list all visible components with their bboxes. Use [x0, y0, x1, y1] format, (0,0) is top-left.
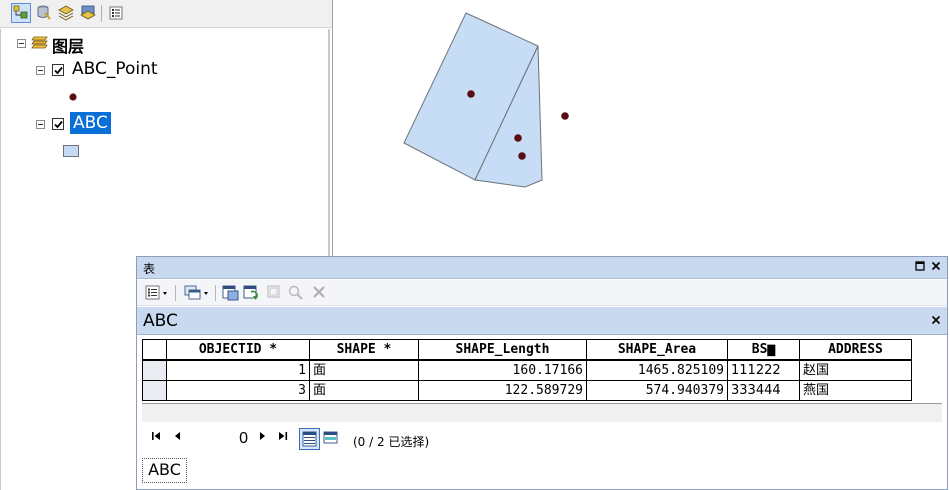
table-toolbar	[137, 280, 947, 306]
point-feature[interactable]	[467, 90, 475, 98]
selection-layers-icon	[80, 5, 96, 20]
header-corner[interactable]	[142, 339, 167, 361]
cell-shape[interactable]: 面	[310, 381, 419, 401]
layers-folder-icon	[31, 36, 48, 49]
attribute-grid: OBJECTID * SHAPE * SHAPE_Length SHAPE_Ar…	[142, 339, 912, 403]
switch-selection-button[interactable]	[243, 284, 261, 302]
table-options-button[interactable]	[145, 285, 171, 301]
close-icon	[931, 315, 941, 325]
abc-visibility-checkbox[interactable]	[52, 118, 64, 130]
list-by-drawing-order-button[interactable]	[11, 3, 31, 23]
row-selector[interactable]	[142, 381, 167, 401]
table-tab-header: ABC	[137, 307, 947, 335]
checkmark-icon	[54, 120, 63, 129]
cell-bsm[interactable]: 111222	[728, 361, 800, 381]
database-icon	[37, 5, 51, 20]
point-symbol-icon	[69, 93, 77, 101]
close-window-button[interactable]	[929, 260, 943, 274]
layer-name-abc[interactable]: ABC	[70, 112, 111, 134]
cell-address[interactable]: 赵国	[800, 361, 912, 381]
table-window-titlebar[interactable]: 表	[137, 257, 947, 279]
grid-horizontal-scroll-area[interactable]	[142, 403, 942, 422]
toc-toolbar	[0, 0, 332, 28]
last-record-button[interactable]	[277, 431, 289, 441]
toolbar-separator	[215, 285, 216, 301]
root-collapse-toggle[interactable]	[17, 39, 26, 48]
checkmark-icon	[54, 66, 63, 75]
cell-address[interactable]: 燕国	[800, 381, 912, 401]
abc-point-collapse-toggle[interactable]	[36, 66, 45, 75]
close-table-tab-button[interactable]	[929, 314, 943, 328]
column-header-shape[interactable]: SHAPE *	[310, 339, 419, 361]
cell-objectid[interactable]: 3	[167, 381, 310, 401]
column-header-objectid[interactable]: OBJECTID *	[167, 339, 310, 361]
attribute-table-window: 表 ABC OBJECTID * SHAPE * SHAPE_Length SH…	[136, 256, 948, 490]
cell-shape-length[interactable]: 160.17166	[419, 361, 587, 381]
table-window-title: 表	[143, 262, 156, 276]
table-tab-abc[interactable]: ABC	[142, 458, 187, 483]
list-by-source-button[interactable]	[34, 3, 54, 23]
current-record-input[interactable]	[192, 428, 250, 450]
delete-selected-button[interactable]	[312, 285, 326, 299]
point-feature[interactable]	[561, 112, 569, 120]
layers-stack-icon	[58, 5, 74, 21]
cell-shape-area[interactable]: 1465.825109	[587, 361, 728, 381]
map-display[interactable]	[334, 0, 950, 255]
toolbar-separator	[101, 5, 102, 22]
first-record-button[interactable]	[151, 431, 163, 441]
abc-collapse-toggle[interactable]	[36, 120, 45, 129]
cell-bsm[interactable]: 333444	[728, 381, 800, 401]
related-tables-button[interactable]	[183, 284, 211, 302]
cell-shape-area[interactable]: 574.940379	[587, 381, 728, 401]
list-by-drawing-order-icon	[13, 5, 28, 19]
column-header-shape-length[interactable]: SHAPE_Length	[419, 339, 587, 361]
zoom-to-selected-button[interactable]	[287, 284, 305, 302]
abc-point-visibility-checkbox[interactable]	[52, 64, 64, 76]
show-selected-records-button[interactable]	[322, 430, 340, 446]
selection-status-text: (0 / 2 已选择)	[353, 435, 430, 449]
toc-options-button[interactable]	[106, 3, 126, 23]
close-icon	[931, 261, 941, 271]
table-tab-title: ABC	[143, 311, 178, 331]
column-header-bsm[interactable]: BS▆	[728, 339, 800, 361]
point-feature[interactable]	[514, 134, 522, 142]
toolbar-separator	[175, 285, 176, 301]
cell-shape-length[interactable]: 122.589729	[419, 381, 587, 401]
arcmap-window: 图层 ABC_Point ABC 表 ABC OBJECTID * SHAPE …	[0, 0, 950, 490]
polygon-symbol-icon	[63, 145, 79, 157]
list-by-selection-button[interactable]	[78, 3, 98, 23]
next-record-button[interactable]	[257, 431, 267, 441]
row-selector[interactable]	[142, 361, 167, 381]
cell-shape[interactable]: 面	[310, 361, 419, 381]
clear-selection-button[interactable]	[266, 284, 282, 300]
previous-record-button[interactable]	[173, 431, 183, 441]
cell-objectid[interactable]: 1	[167, 361, 310, 381]
options-list-icon	[109, 6, 123, 20]
list-by-visibility-button[interactable]	[56, 3, 76, 23]
column-header-address[interactable]: ADDRESS	[800, 339, 912, 361]
layers-root-label[interactable]: 图层	[52, 33, 84, 57]
select-by-attributes-button[interactable]	[222, 284, 240, 302]
show-all-records-button[interactable]	[299, 428, 320, 450]
maximize-button[interactable]	[913, 260, 927, 274]
column-header-shape-area[interactable]: SHAPE_Area	[587, 339, 728, 361]
point-feature[interactable]	[518, 152, 526, 160]
all-records-icon	[302, 431, 317, 447]
layer-name-abc-point[interactable]: ABC_Point	[72, 59, 158, 79]
maximize-icon	[915, 261, 925, 271]
